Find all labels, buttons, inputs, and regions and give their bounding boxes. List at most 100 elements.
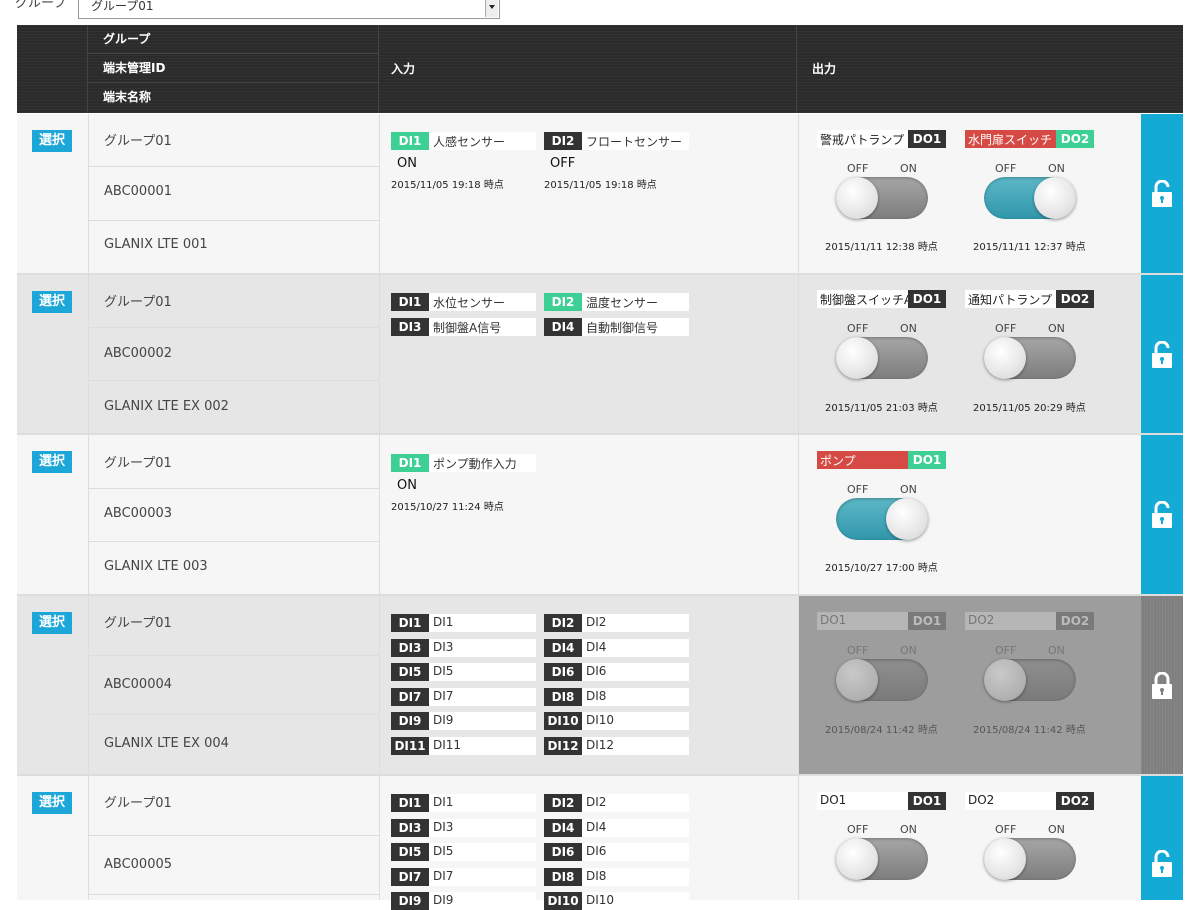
di-tag: DI4 — [544, 639, 582, 657]
toggle-knob — [836, 177, 878, 219]
di-item: DI5 DI5 — [391, 843, 536, 861]
group-name: グループ01 — [104, 616, 172, 631]
di-value: ON — [397, 478, 417, 493]
di-name: DI12 — [586, 738, 615, 752]
header-output: 出力 — [812, 62, 837, 76]
lock-button[interactable] — [1141, 114, 1183, 273]
input-panel: DI1 ポンプ動作入力 ON 2015/10/27 11:24 時点 — [379, 435, 797, 594]
lock-button[interactable] — [1141, 776, 1183, 900]
do-label: 水門扉スイッチ DO2 — [965, 130, 1094, 148]
output-toggle[interactable] — [836, 838, 928, 880]
unlock-icon — [1152, 850, 1172, 877]
do-tag: DO1 — [908, 792, 946, 810]
di-item: DI9 DI9 — [391, 712, 536, 730]
output-toggle[interactable] — [984, 337, 1076, 379]
di-name: DI6 — [586, 844, 607, 858]
di-name: 自動制御信号 — [586, 321, 659, 335]
do-tag: DO1 — [908, 130, 946, 148]
di-item: DI11 DI11 — [391, 737, 536, 755]
select-button[interactable]: 選択 — [32, 291, 72, 313]
do-timestamp: 2015/11/05 21:03 時点 — [825, 403, 938, 414]
do-timestamp: 2015/11/11 12:37 時点 — [973, 242, 1086, 253]
di-item: DI10 DI10 — [544, 892, 689, 910]
di-item: DI12 DI12 — [544, 737, 689, 755]
toggle-off-label: OFF — [995, 162, 1017, 175]
output-toggle[interactable] — [984, 838, 1076, 880]
di-tag: DI8 — [544, 688, 582, 706]
di-item: DI2 DI2 — [544, 794, 689, 812]
di-name: DI11 — [433, 738, 462, 752]
di-tag: DI3 — [391, 819, 429, 837]
di-timestamp: 2015/11/05 19:18 時点 — [544, 180, 657, 191]
di-tag: DI3 — [391, 639, 429, 657]
input-panel: DI1 人感センサー ON 2015/11/05 19:18 時点 DI2 フロ… — [379, 114, 797, 273]
do-timestamp: 2015/11/05 20:29 時点 — [973, 403, 1086, 414]
group-select[interactable]: グループ01 — [78, 0, 500, 19]
di-tag: DI2 — [544, 132, 582, 150]
group-name: グループ01 — [104, 456, 172, 471]
di-name: 人感センサー — [433, 135, 506, 149]
toggle-knob — [836, 337, 878, 379]
chevron-down-icon[interactable] — [485, 0, 498, 17]
do-tag: DO2 — [1056, 612, 1094, 630]
di-item: DI4 DI4 — [544, 639, 689, 657]
toggle-off-label: OFF — [995, 644, 1017, 657]
select-button[interactable]: 選択 — [32, 130, 72, 152]
output-toggle[interactable] — [836, 337, 928, 379]
toggle-off-label: OFF — [847, 823, 869, 836]
di-tag: DI6 — [544, 663, 582, 681]
terminal-name: GLANIX LTE 001 — [104, 237, 208, 252]
output-toggle[interactable] — [836, 177, 928, 219]
toggle-off-label: OFF — [995, 322, 1017, 335]
input-panel: DI1 DI1 DI2 DI2 DI3 DI3 DI4 DI4 DI5 DI5 DI6 DI… — [379, 596, 797, 774]
do-label: ポンプ DO1 — [817, 451, 946, 469]
di-item: DI10 DI10 — [544, 712, 689, 730]
terminal-info: グループ01 ABC00005 — [88, 776, 380, 900]
output-panel: 制御盤スイッチA DO1 OFF ON 2015/11/05 21:03 時点 … — [798, 275, 1142, 433]
lock-button[interactable] — [1141, 435, 1183, 594]
header-id-col: グループ 端末管理ID 端末名称 — [88, 25, 379, 113]
do-tag: DO2 — [1056, 290, 1094, 308]
group-filter-bar: グループ グループ01 — [0, 0, 1200, 24]
do-tag: DO2 — [1056, 792, 1094, 810]
di-name: DI9 — [433, 713, 454, 727]
do-name: 水門扉スイッチ — [968, 133, 1053, 147]
di-item: DI7 DI7 — [391, 688, 536, 706]
di-tag: DI11 — [391, 737, 429, 755]
toggle-on-label: ON — [1048, 644, 1065, 657]
table-row: 選択 グループ01 ABC00005 DI1 DI1 DI2 DI2 DI3 DI3 … — [17, 776, 1183, 910]
di-item: DI3 DI3 — [391, 639, 536, 657]
do-timestamp: 2015/10/27 17:00 時点 — [825, 563, 938, 574]
output-toggle — [984, 659, 1076, 701]
di-name: DI3 — [433, 820, 454, 834]
di-tag: DI8 — [544, 868, 582, 886]
terminal-id: ABC00004 — [104, 677, 173, 692]
lock-button[interactable] — [1141, 596, 1183, 774]
di-item: DI3 DI3 — [391, 819, 536, 837]
terminal-info: グループ01 ABC00001 GLANIX LTE 001 — [88, 114, 380, 273]
toggle-on-label: ON — [900, 162, 917, 175]
do-label: DO1 DO1 — [817, 612, 946, 630]
di-name: 制御盤A信号 — [433, 321, 502, 335]
di-tag: DI4 — [544, 819, 582, 837]
unlock-icon — [1152, 501, 1172, 528]
terminal-info: グループ01 ABC00004 GLANIX LTE EX 004 — [88, 596, 380, 774]
table-row: 選択 グループ01 ABC00001 GLANIX LTE 001 DI1 人感… — [17, 114, 1183, 275]
di-tag: DI2 — [544, 293, 582, 311]
output-toggle[interactable] — [984, 177, 1076, 219]
select-button[interactable]: 選択 — [32, 451, 72, 473]
di-item: DI3 制御盤A信号 — [391, 318, 536, 336]
di-item: DI9 DI9 — [391, 892, 536, 910]
di-tag: DI5 — [391, 843, 429, 861]
di-value: ON — [397, 156, 417, 171]
di-item: DI2 DI2 — [544, 614, 689, 632]
di-item: DI6 DI6 — [544, 843, 689, 861]
lock-button[interactable] — [1141, 275, 1183, 433]
select-button[interactable]: 選択 — [32, 612, 72, 634]
do-name: ポンプ — [820, 454, 856, 468]
output-panel: ポンプ DO1 OFF ON 2015/10/27 17:00 時点 — [798, 435, 1142, 594]
do-name: 通知パトランプ — [968, 293, 1053, 307]
output-panel: DO1 DO1 OFF ON 2015/08/24 11:42 時点 DO2 D… — [798, 596, 1142, 774]
output-toggle[interactable] — [836, 498, 928, 540]
select-button[interactable]: 選択 — [32, 792, 72, 814]
